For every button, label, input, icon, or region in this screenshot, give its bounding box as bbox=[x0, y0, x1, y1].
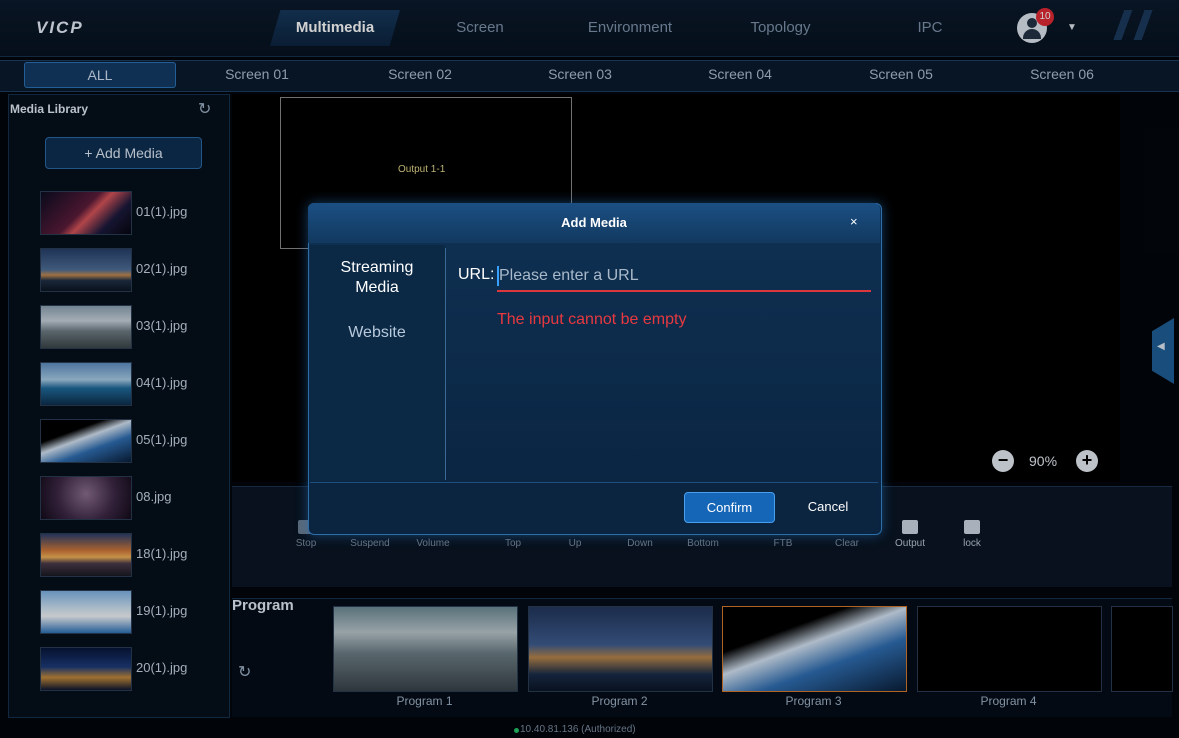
dialog-footer bbox=[310, 482, 878, 533]
dialog-title: Add Media bbox=[561, 215, 627, 230]
divider bbox=[445, 248, 446, 480]
url-input[interactable] bbox=[497, 262, 871, 292]
validation-error: The input cannot be empty bbox=[497, 311, 687, 328]
tab-streaming-media[interactable]: Streaming Media bbox=[318, 258, 436, 298]
url-label: URL: bbox=[458, 266, 495, 283]
tab-website[interactable]: Website bbox=[318, 324, 436, 342]
text-caret bbox=[497, 266, 499, 286]
cancel-button[interactable]: Cancel bbox=[796, 492, 860, 521]
close-icon[interactable]: × bbox=[850, 214, 858, 229]
confirm-button[interactable]: Confirm bbox=[684, 492, 775, 523]
